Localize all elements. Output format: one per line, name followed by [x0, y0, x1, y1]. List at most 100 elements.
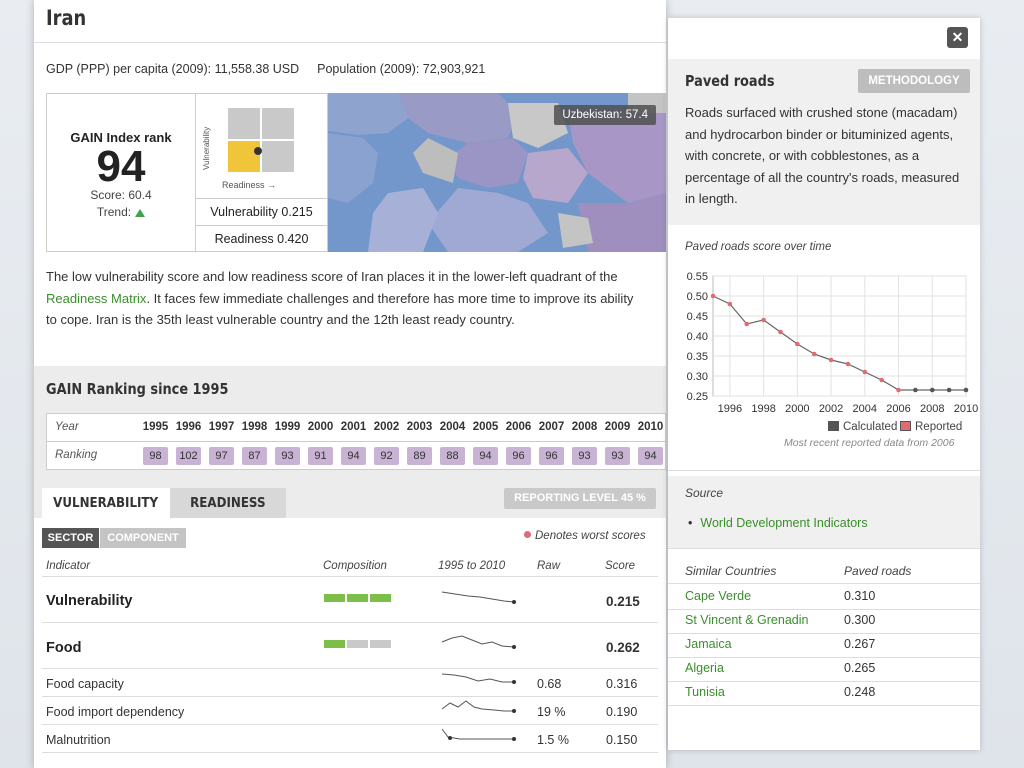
ranking-cell[interactable]: 91: [308, 447, 333, 465]
similar-value-header: Paved roads: [844, 564, 912, 578]
ranking-cell[interactable]: 87: [242, 447, 267, 465]
ranking-cell[interactable]: 94: [473, 447, 498, 465]
ranking-cell[interactable]: 94: [638, 447, 663, 465]
calculated-swatch: [828, 421, 839, 431]
ranking-cell[interactable]: 89: [407, 447, 432, 465]
sparkline: [441, 673, 516, 684]
matrix-grid: [228, 108, 294, 172]
score-text: Score: 60.4: [90, 188, 152, 202]
year-cell: 2003: [406, 421, 433, 433]
ranking-cell[interactable]: 94: [341, 447, 366, 465]
detail-description: Roads surfaced with crushed stone (macad…: [685, 105, 960, 206]
indicator-food-import-dependency[interactable]: Food import dependency: [46, 705, 184, 719]
x-tick-label: 2010: [954, 403, 978, 415]
trend: Trend:: [47, 205, 195, 219]
similar-country-link[interactable]: Cape Verde: [685, 589, 751, 603]
y-tick-label: 0.55: [687, 271, 708, 283]
tab-vulnerability[interactable]: VULNERABILITY: [42, 488, 170, 518]
year-cell: 2010: [637, 421, 664, 433]
sector-toggle[interactable]: SECTOR: [42, 528, 99, 548]
source-label: Source: [685, 486, 724, 500]
data-point: [913, 387, 918, 393]
ranking-cell[interactable]: 93: [605, 447, 630, 465]
raw-value: 19 %: [537, 705, 566, 719]
divider: [668, 705, 980, 706]
year-cell: 1997: [208, 421, 235, 433]
similar-country-value: 0.310: [844, 589, 876, 603]
tab-readiness[interactable]: READINESS: [170, 488, 286, 518]
sparkline: [441, 700, 516, 713]
source-link[interactable]: World Development Indicators: [688, 516, 867, 530]
indicator-food[interactable]: Food: [46, 640, 81, 656]
vulnerability-value: Vulnerability 0.215: [196, 198, 327, 225]
close-button[interactable]: ✕: [947, 27, 968, 48]
indicator-food-capacity[interactable]: Food capacity: [46, 677, 124, 691]
score-value: 0.316: [606, 677, 638, 691]
x-tick-label: 2002: [819, 403, 843, 415]
data-point: [727, 301, 733, 307]
matrix-quadrant: [262, 141, 294, 172]
ranking-cell[interactable]: 97: [209, 447, 234, 465]
readiness-axis-label: Readiness →: [222, 180, 277, 190]
vulnerability-axis-label: Vulnerability: [202, 126, 211, 170]
gdp-text: GDP (PPP) per capita (2009): 11,558.38 U…: [46, 62, 300, 76]
ranking-cell[interactable]: 93: [572, 447, 597, 465]
data-point: [811, 351, 817, 357]
data-point: [795, 341, 800, 347]
divider: [668, 657, 980, 658]
indicator-detail-panel: ✕ Paved roads METHODOLOGY Roads surfaced…: [668, 18, 980, 750]
data-point: [778, 329, 783, 335]
worst-scores-note: Denotes worst scores: [524, 530, 646, 542]
readiness-value: Readiness 0.420: [196, 225, 327, 252]
ranking-cell[interactable]: 96: [506, 447, 531, 465]
ranking-label: Ranking: [55, 449, 98, 461]
indicator-vulnerability[interactable]: Vulnerability: [46, 593, 132, 609]
trend-label: Trend:: [96, 205, 132, 219]
x-tick-label: 1998: [751, 403, 775, 415]
close-icon: ✕: [951, 29, 964, 45]
similar-country-link[interactable]: Tunisia: [685, 685, 725, 699]
world-map[interactable]: Uzbekistan: 57.4: [328, 93, 666, 252]
tab-label: VULNERABILITY: [53, 495, 159, 511]
divider: [42, 696, 658, 697]
composition-bar: [324, 635, 393, 648]
divider: [668, 681, 980, 682]
similar-country-link[interactable]: St Vincent & Grenadin: [685, 613, 808, 627]
y-tick-label: 0.30: [687, 371, 708, 383]
readiness-matrix[interactable]: Vulnerability Readiness → Vulnerability …: [196, 93, 328, 252]
similar-country-link[interactable]: Jamaica: [685, 637, 732, 651]
similar-country-value: 0.248: [844, 685, 876, 699]
legend-calculated: Calculated: [828, 421, 897, 433]
detail-title: Paved roads: [685, 72, 775, 90]
ranking-cell[interactable]: 88: [440, 447, 465, 465]
similar-country-value: 0.267: [844, 637, 876, 651]
ranking-cell[interactable]: 93: [275, 447, 300, 465]
worst-dot-icon: [524, 531, 531, 538]
composition-bar: [324, 589, 393, 602]
year-cell: 2006: [505, 421, 532, 433]
country-stats: GDP (PPP) per capita (2009): 11,558.38 U…: [46, 62, 485, 76]
methodology-button[interactable]: METHODOLOGY: [858, 69, 970, 93]
sparkline: [441, 635, 516, 649]
chart-title: Paved roads score over time: [685, 241, 832, 253]
readiness-matrix-link[interactable]: Readiness Matrix: [46, 291, 146, 306]
population-text: Population (2009): 72,903,921: [317, 62, 486, 76]
ranking-cell[interactable]: 102: [176, 447, 201, 465]
reported-swatch: [900, 421, 911, 431]
worst-note-text: Denotes worst scores: [535, 530, 646, 542]
map-tooltip: Uzbekistan: 57.4: [554, 105, 656, 125]
ranking-row: Ranking 98 102 97 87 93 91 94 92 89 88 94 96 96 93 93 9…: [47, 442, 665, 470]
similar-country-value: 0.265: [844, 661, 876, 675]
ranking-cell[interactable]: 92: [374, 447, 399, 465]
y-tick-label: 0.35: [687, 351, 708, 363]
similar-country-link[interactable]: Algeria: [685, 661, 724, 675]
ranking-cell[interactable]: 98: [143, 447, 168, 465]
component-toggle[interactable]: COMPONENT: [100, 528, 186, 548]
indicator-malnutrition[interactable]: Malnutrition: [46, 733, 111, 747]
divider: [668, 548, 980, 549]
matrix-quadrant: [262, 108, 294, 139]
year-cell: 2000: [307, 421, 334, 433]
divider: [668, 633, 980, 634]
ranking-cell[interactable]: 96: [539, 447, 564, 465]
paved-roads-chart: 0.55 0.50 0.45 0.40 0.35 0.30 0.25 1996 1998 2000…: [687, 271, 979, 415]
